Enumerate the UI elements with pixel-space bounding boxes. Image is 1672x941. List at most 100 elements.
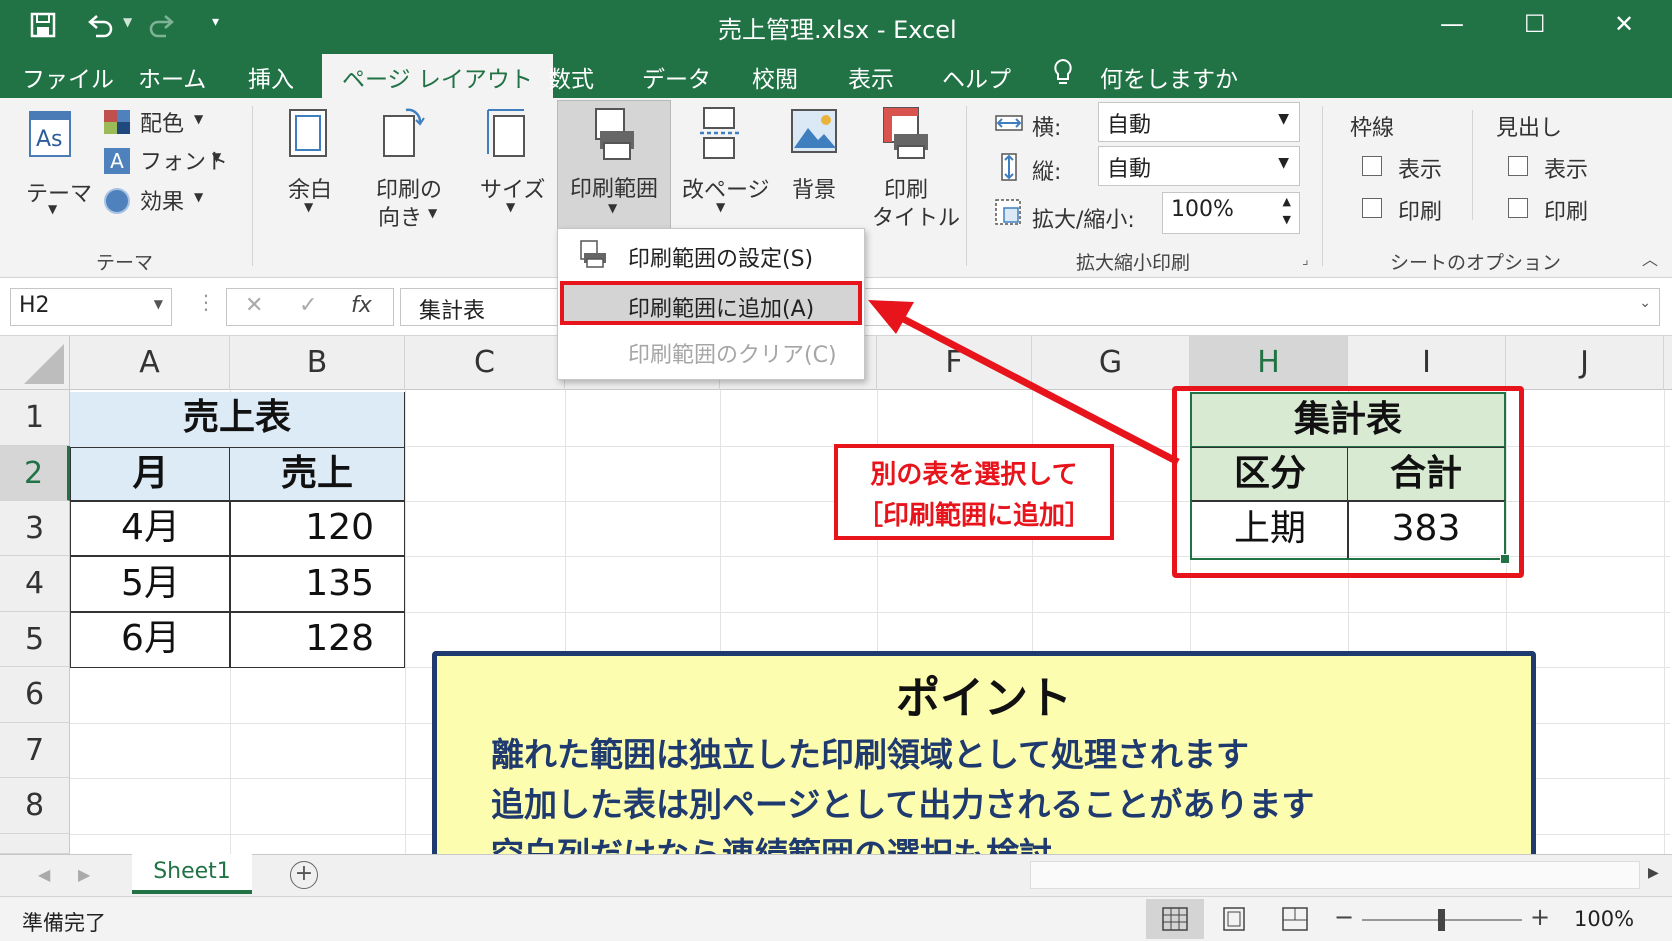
fill-handle[interactable]	[1500, 554, 1510, 564]
sheet-options-group-label: シートのオプション	[1390, 252, 1562, 274]
close-button[interactable]: ✕	[1614, 10, 1634, 38]
row-header-9[interactable]	[0, 834, 70, 854]
gridlines-print-checkbox[interactable]	[1362, 198, 1382, 218]
menu-item-set-print-area[interactable]: 印刷範囲の設定(S)	[628, 241, 813, 273]
zoom-level[interactable]: 100%	[1574, 907, 1634, 931]
table-row-cell[interactable]: 5月	[70, 555, 231, 613]
redo-icon[interactable]	[148, 12, 176, 38]
orientation-label-2[interactable]: 向き	[378, 200, 422, 232]
sheet-tab-sheet1[interactable]: Sheet1	[132, 854, 252, 894]
print-titles-label-2[interactable]: タイトル	[872, 200, 960, 232]
zoom-in-icon[interactable]: +	[1530, 903, 1550, 931]
collapse-ribbon-icon[interactable]: ︿	[1642, 246, 1658, 270]
table-row-cell[interactable]: 135	[229, 555, 405, 613]
sales-value-cell: 128	[305, 618, 374, 659]
zoom-out-icon[interactable]: −	[1334, 903, 1354, 931]
orientation-icon	[383, 108, 425, 157]
row-header-4[interactable]: 4	[0, 556, 70, 612]
name-box[interactable]: H2 ▼	[10, 288, 172, 326]
themes-icon: As	[29, 111, 71, 157]
summary-header-category[interactable]: 区分	[1190, 447, 1349, 502]
colors-button[interactable]: 配色	[140, 106, 184, 138]
tab-page-layout[interactable]: ページ レイアウト	[322, 54, 553, 98]
scroll-left-icon[interactable]: ◀	[38, 865, 50, 884]
column-header-c[interactable]: C	[405, 336, 565, 390]
gridlines-view-checkbox[interactable]	[1362, 156, 1382, 176]
enter-icon[interactable]: ✓	[299, 293, 317, 318]
tab-help[interactable]: ヘルプ	[942, 60, 1011, 94]
width-select[interactable]: 自動 ▼	[1098, 102, 1300, 142]
row-header-7[interactable]: 7	[0, 723, 70, 778]
spin-down-icon[interactable]: ▼	[1283, 213, 1291, 226]
scroll-right-icon[interactable]: ▶	[78, 865, 90, 884]
callout-line-2: ［印刷範囲に追加］	[856, 501, 1091, 531]
row-header-8[interactable]: 8	[0, 778, 70, 834]
menu-item-add-to-print-area[interactable]: 印刷範囲に追加(A)	[560, 281, 862, 325]
page-break-view-icon[interactable]	[1282, 907, 1308, 931]
tab-file[interactable]: ファイル	[22, 60, 114, 94]
table-row-cell[interactable]: 4月	[70, 500, 231, 557]
summary-header-total[interactable]: 合計	[1347, 447, 1506, 502]
height-select[interactable]: 自動 ▼	[1098, 146, 1300, 186]
sales-header-month[interactable]: 月	[70, 447, 231, 502]
sales-table-title[interactable]: 売上表	[70, 392, 405, 448]
insert-function-icon[interactable]: fx	[351, 293, 372, 318]
row-header-5[interactable]: 5	[0, 612, 70, 667]
table-row-cell[interactable]: 上期	[1190, 500, 1349, 560]
table-row-cell[interactable]: 6月	[70, 611, 231, 668]
spin-up-icon[interactable]: ▲	[1283, 195, 1291, 208]
print-area-button[interactable]: 印刷範囲 ▼	[557, 100, 671, 230]
effects-button[interactable]: 効果	[140, 184, 184, 216]
tab-insert[interactable]: 挿入	[248, 60, 294, 94]
sales-header-sales[interactable]: 売上	[229, 447, 405, 502]
undo-icon[interactable]	[86, 12, 114, 38]
undo-dropdown-icon[interactable]: ▼	[123, 15, 132, 29]
table-row-cell[interactable]: 128	[229, 611, 405, 668]
column-header-h[interactable]: H	[1190, 336, 1348, 390]
row-header-3[interactable]: 3	[0, 501, 70, 556]
scroll-right-arrow-icon[interactable]: ▶	[1648, 865, 1659, 881]
add-sheet-button[interactable]: +	[290, 861, 318, 889]
background-button[interactable]: 背景	[792, 172, 836, 204]
row-header-6[interactable]: 6	[0, 667, 70, 723]
headings-view-checkbox[interactable]	[1508, 156, 1528, 176]
minimize-button[interactable]: —	[1440, 10, 1464, 38]
select-all-corner[interactable]	[0, 336, 70, 390]
more-icon: ⋮	[196, 290, 216, 314]
dialog-launcher-icon[interactable]: ⌟	[1302, 252, 1309, 268]
tab-review[interactable]: 校閲	[752, 60, 798, 94]
horizontal-scrollbar[interactable]	[1030, 861, 1640, 889]
themes-button[interactable]: As テーマ ▼	[16, 104, 92, 224]
normal-view-button[interactable]	[1146, 899, 1204, 939]
row-header-1[interactable]: 1	[0, 390, 70, 446]
tab-view[interactable]: 表示	[848, 60, 894, 94]
menu-item-clear-print-area[interactable]: 印刷範囲のクリア(C)	[628, 337, 837, 369]
gridlines-print-label: 印刷	[1398, 200, 1443, 225]
headings-print-checkbox[interactable]	[1508, 198, 1528, 218]
tab-formulas[interactable]: 数式	[548, 60, 594, 94]
expand-formula-icon[interactable]: ⌄	[1639, 295, 1651, 311]
headings-view-label: 表示	[1544, 158, 1589, 183]
column-header-i[interactable]: I	[1348, 336, 1506, 390]
tell-me-search[interactable]: 何をしますか	[1100, 60, 1238, 94]
column-header-b[interactable]: B	[230, 336, 405, 390]
sales-value-cell: 135	[305, 563, 374, 604]
gridline	[1664, 390, 1665, 854]
column-header-j[interactable]: J	[1506, 336, 1664, 390]
summary-table-title[interactable]: 集計表	[1190, 392, 1506, 448]
save-icon[interactable]	[30, 12, 56, 38]
row-header-2[interactable]: 2	[0, 446, 70, 501]
page-layout-view-icon[interactable]	[1222, 907, 1246, 931]
tab-home[interactable]: ホーム	[138, 60, 206, 94]
table-row-cell[interactable]: 120	[229, 500, 405, 557]
zoom-slider-thumb[interactable]	[1438, 909, 1445, 931]
column-header-a[interactable]: A	[70, 336, 230, 390]
cancel-icon[interactable]: ✕	[245, 293, 263, 318]
print-area-icon	[595, 108, 634, 160]
breaks-button[interactable]: 改ページ	[682, 172, 770, 204]
maximize-button[interactable]: ☐	[1524, 10, 1546, 38]
table-row-cell[interactable]: 383	[1347, 500, 1506, 560]
customize-qat-icon[interactable]: ▾	[212, 14, 219, 30]
scale-spinner[interactable]: 100% ▲ ▼	[1162, 192, 1300, 234]
tab-data[interactable]: データ	[642, 60, 711, 94]
